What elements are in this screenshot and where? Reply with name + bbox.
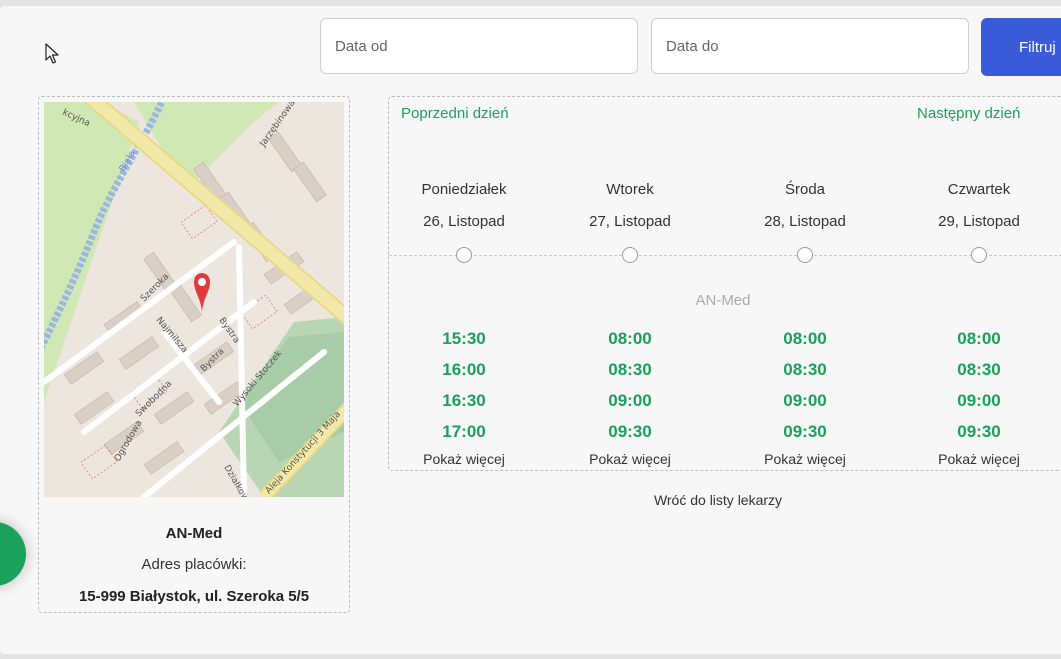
time-slot[interactable]: 08:00 (555, 323, 705, 354)
day-radio[interactable] (456, 247, 472, 263)
schedule-panel: Poprzedni dzień Następny dzień AN-Med Po… (388, 96, 1061, 471)
clinic-map[interactable]: kcyjna Biała Jarzębinowa Szeroka Najmils… (44, 102, 344, 497)
time-slot[interactable]: 08:30 (555, 354, 705, 385)
clinic-card: kcyjna Biała Jarzębinowa Szeroka Najmils… (38, 96, 350, 613)
day-radio[interactable] (622, 247, 638, 263)
date-to-input[interactable] (651, 18, 969, 74)
day-column-thursday: Czwartek 29, Listopad 08:00 08:30 09:00 … (904, 97, 1054, 472)
day-date: 27, Listopad (589, 213, 671, 230)
time-slot[interactable]: 09:00 (730, 385, 880, 416)
time-slot[interactable]: 15:30 (389, 323, 539, 354)
time-slot[interactable]: 08:30 (904, 354, 1054, 385)
day-date: 29, Listopad (938, 213, 1020, 230)
day-column-tuesday: Wtorek 27, Listopad 08:00 08:30 09:00 09… (555, 97, 705, 472)
day-name: Poniedziałek (421, 181, 507, 198)
show-more-link[interactable]: Pokaż więcej (389, 451, 539, 467)
time-slot[interactable]: 09:00 (555, 385, 705, 416)
time-slot[interactable]: 17:00 (389, 416, 539, 447)
time-slot[interactable]: 09:30 (555, 416, 705, 447)
day-name: Czwartek (947, 181, 1011, 198)
time-slot[interactable]: 16:30 (389, 385, 539, 416)
back-to-doctors-link[interactable]: Wróć do listy lekarzy (388, 492, 1048, 508)
day-name: Środa (784, 181, 826, 198)
map-canvas: kcyjna Biała Jarzębinowa Szeroka Najmils… (44, 102, 344, 497)
show-more-link[interactable]: Pokaż więcej (555, 451, 705, 467)
floating-action-button[interactable] (0, 522, 26, 586)
time-slot[interactable]: 16:00 (389, 354, 539, 385)
filter-button[interactable]: Filtruj (981, 18, 1061, 76)
day-name: Wtorek (606, 181, 654, 198)
day-date: 28, Listopad (764, 213, 846, 230)
clinic-address: 15-999 Białystok, ul. Szeroka 5/5 (78, 588, 310, 605)
day-radio[interactable] (971, 247, 987, 263)
show-more-link[interactable]: Pokaż więcej (730, 451, 880, 467)
day-column-monday: Poniedziałek 26, Listopad 15:30 16:00 16… (389, 97, 539, 472)
time-slot[interactable]: 08:00 (730, 323, 880, 354)
time-slot[interactable]: 08:30 (730, 354, 880, 385)
day-radio[interactable] (797, 247, 813, 263)
mouse-pointer-icon (45, 43, 59, 64)
time-slot[interactable]: 09:30 (904, 416, 1054, 447)
show-more-link[interactable]: Pokaż więcej (904, 451, 1054, 467)
date-from-input[interactable] (320, 18, 638, 74)
day-date: 26, Listopad (423, 213, 505, 230)
time-slot[interactable]: 08:00 (904, 323, 1054, 354)
day-column-wednesday: Środa 28, Listopad 08:00 08:30 09:00 09:… (730, 97, 880, 472)
time-slot[interactable]: 09:30 (730, 416, 880, 447)
page: Filtruj (0, 6, 1061, 654)
clinic-name: AN-Med (165, 525, 223, 542)
clinic-address-label: Adres placówki: (141, 556, 247, 573)
time-slot[interactable]: 09:00 (904, 385, 1054, 416)
